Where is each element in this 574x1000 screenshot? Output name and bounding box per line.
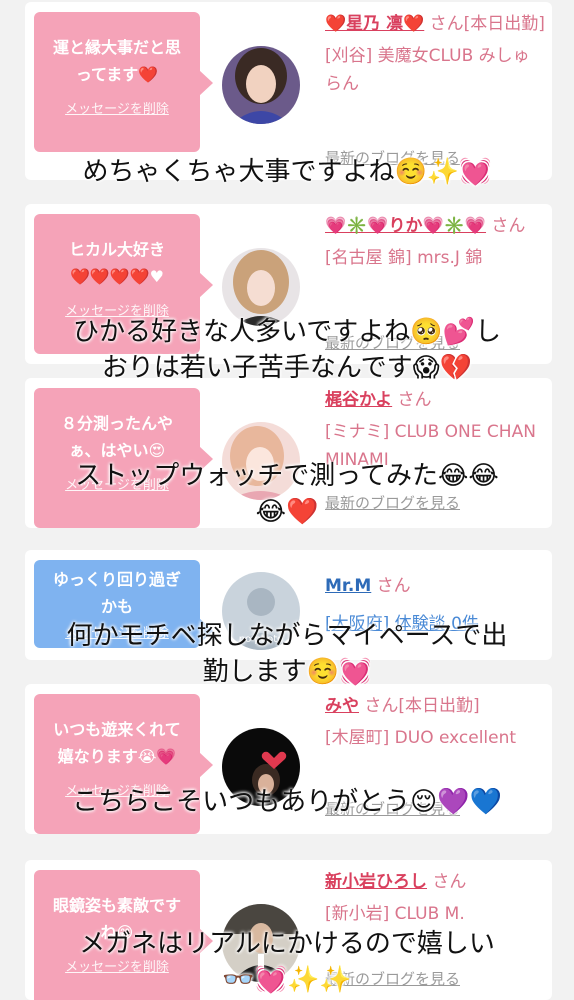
sender-name-link[interactable]: ❤️星乃 凛❤️ [325,14,424,34]
sender-suffix: さん[本日出勤] [359,696,480,716]
sender-suffix: さん [392,390,432,410]
sender-suffix: さん [427,872,467,892]
sender-name-link[interactable]: みや [325,696,359,716]
shop-name: [新小岩] CLUB M. [325,904,465,924]
sender-suffix: さん [486,216,526,236]
message-text: いつも遊来くれて 嬉なります😭💗 [53,720,181,766]
sender-suffix: さん [371,576,411,596]
overlay-caption: ストップウォッチで測ってみた😂😂 😂❤️ [75,461,499,527]
shop-name: [木屋町] DUO excellent [325,728,517,748]
sender-name-link[interactable]: 新小岩ひろし [325,872,427,892]
overlay-caption: こちらこそいつもありがとう😌💜💙 [72,787,502,817]
overlay-caption: メガネはリアルにかけるので嬉しい 👓💓✨✨ [79,929,495,995]
shop-name: [名古屋 錦] mrs.J 錦 [325,248,483,268]
message-text: ゆっくり回り過ぎ かも [52,570,181,616]
sender-info: みや さん[本日出勤] [木屋町] DUO excellent [325,692,545,752]
overlay-caption: 何かモチベ探しながらマイペースで出 勤します☺️💓 [66,621,508,687]
overlay-caption: ひかる好きな人多いですよね🥺💕し おりは若い子苦手なんです😱💔 [73,317,501,383]
overlay-caption: めちゃくちゃ大事ですよね☺️✨💓 [82,157,492,187]
sender-name-link[interactable]: 梶谷かよ [325,390,392,410]
message-bubble: 運と縁大事だと思 ってます❤️ メッセージを削除 [34,12,213,152]
sender-info: 💗✳️💗りか💗✳️💗 さん [名古屋 錦] mrs.J 錦 [325,212,545,272]
message-text: ８分測ったんや ぁ、はやい😍 [60,414,173,460]
sender-suffix: さん[本日出勤] [424,14,545,34]
sender-name-link[interactable]: 💗✳️💗りか💗✳️💗 [325,216,486,236]
delete-message-link[interactable]: メッセージを削除 [44,98,190,117]
sender-info: ❤️星乃 凛❤️ さん[本日出勤] [刈谷] 美魔女CLUB みしゅらん [325,10,545,98]
avatar[interactable] [222,46,300,124]
sender-info: 新小岩ひろし さん [新小岩] CLUB M. [325,868,545,928]
sender-name-link[interactable]: Mr.M [325,576,371,596]
message-text: 運と縁大事だと思 ってます❤️ [52,38,181,84]
shop-name: [刈谷] 美魔女CLUB みしゅらん [325,46,530,94]
message-list-page: 運と縁大事だと思 ってます❤️ メッセージを削除 ❤️星乃 凛❤️ さん[本日出… [0,0,574,1000]
message-text: ヒカル大好き ❤️❤️❤️❤️♥ [68,240,165,286]
